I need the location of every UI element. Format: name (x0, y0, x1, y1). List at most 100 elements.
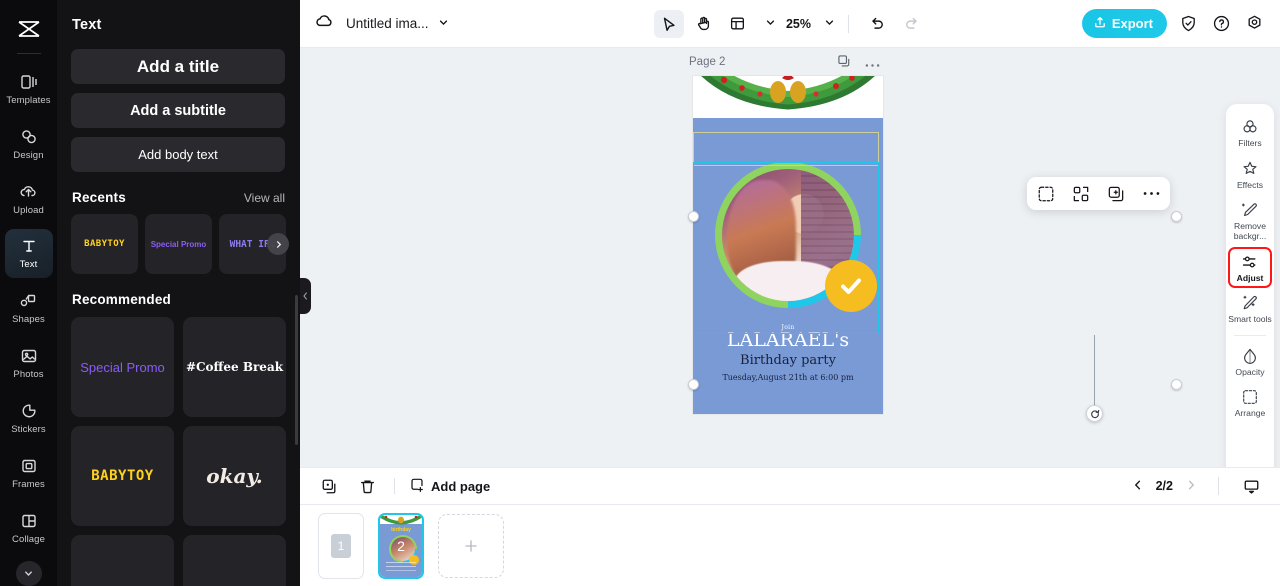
capcut-logo-icon[interactable] (12, 12, 46, 45)
add-page-thumbnail-button[interactable] (438, 513, 504, 578)
left-tool-rail: Templates Design Upload Text Shapes Phot… (0, 0, 57, 586)
sidebar-item-frames[interactable]: Frames (5, 449, 53, 498)
panel-title: Text (72, 17, 102, 33)
prev-page-chevron-left-icon[interactable] (1132, 479, 1144, 494)
present-monitor-icon[interactable] (1240, 475, 1262, 497)
recent-card[interactable]: BABYTOY (71, 214, 138, 274)
recents-next-chevron-right-icon[interactable] (267, 233, 289, 255)
top-toolbar: Untitled ima... 25% Export (300, 0, 1280, 48)
undo-button[interactable] (862, 10, 892, 38)
tool-label: Opacity (1235, 366, 1265, 377)
selection-handle-bottom-left[interactable] (688, 379, 699, 390)
sidebar-item-templates[interactable]: Templates (5, 64, 53, 113)
sidebar-label: Upload (13, 204, 44, 216)
zoom-chevron-down-icon[interactable] (824, 17, 835, 31)
thumbnail-text-lines (386, 561, 416, 572)
page-thumbnail-2[interactable]: birthday 2 (378, 512, 424, 579)
tool-smart-tools[interactable]: Smart tools (1228, 288, 1272, 330)
selection-handle-top-right[interactable] (1171, 211, 1182, 222)
cutout-icon[interactable] (1035, 183, 1057, 205)
templates-icon (20, 72, 38, 92)
tool-adjust[interactable]: Adjust (1228, 246, 1272, 289)
export-label: Export (1111, 16, 1153, 31)
tool-opacity[interactable]: Opacity (1228, 341, 1272, 383)
layout-chevron-down-icon[interactable] (765, 17, 776, 31)
main-area: Untitled ima... 25% Export Page 2 Join L… (300, 0, 1280, 586)
sidebar-item-stickers[interactable]: Stickers (5, 394, 53, 443)
sidebar-label: Frames (12, 479, 45, 491)
zoom-level[interactable]: 25% (786, 17, 811, 31)
sidebar-item-photos[interactable]: Photos (5, 339, 53, 388)
duplicate-icon[interactable] (1105, 183, 1127, 205)
add-title-button[interactable]: Add a title (71, 49, 285, 84)
sidebar-item-design[interactable]: Design (5, 119, 53, 168)
tool-remove-background[interactable]: Remove backgr... (1228, 195, 1272, 246)
panel-scrollbar[interactable] (295, 295, 298, 445)
tool-effects[interactable]: Effects (1228, 154, 1272, 196)
page-thumbnail-1[interactable]: 1 (318, 512, 364, 579)
recent-card-label: Special Promo (150, 239, 207, 249)
tool-label: Remove backgr... (1233, 221, 1267, 241)
right-rail-divider (1234, 334, 1266, 336)
next-page-chevron-right-icon[interactable] (1185, 479, 1197, 494)
duplicate-page-icon[interactable] (837, 54, 851, 73)
toolbar-divider (848, 14, 850, 33)
gear-icon[interactable] (1242, 12, 1266, 36)
artboard-name-text: LALARAEL's (726, 329, 850, 351)
add-page-button[interactable]: Add page (409, 477, 490, 496)
recommended-card-label: BABYTOY (91, 468, 154, 484)
sidebar-item-upload[interactable]: Upload (5, 174, 53, 223)
upload-cloud-icon (19, 182, 38, 202)
select-tool-button[interactable] (653, 9, 684, 38)
rail-divider (16, 53, 41, 55)
more-tools-chevron-down-icon[interactable] (15, 560, 42, 586)
shapes-icon (20, 291, 38, 311)
rotate-handle-icon[interactable] (1086, 405, 1103, 422)
artboard-page-2[interactable]: Join LALARAEL's Birthday party Tuesday,A… (693, 76, 883, 414)
selection-handle-top-left[interactable] (688, 211, 699, 222)
duplicate-page-icon[interactable] (318, 475, 340, 497)
tool-label: Effects (1236, 179, 1264, 190)
recents-view-all-link[interactable]: View all (244, 191, 285, 205)
add-subtitle-button[interactable]: Add a subtitle (71, 93, 285, 128)
export-button[interactable]: Export (1081, 9, 1167, 38)
recommended-card[interactable] (71, 535, 174, 586)
recommended-card[interactable]: #Coffee Break (183, 317, 286, 417)
canvas-area[interactable]: Page 2 Join LALARAEL's Birthday party Tu… (300, 48, 1280, 467)
redo-button[interactable] (896, 10, 926, 38)
sidebar-item-collage[interactable]: Collage (5, 504, 53, 553)
page-ellipsis-icon[interactable] (865, 55, 880, 73)
document-chevron-down-icon[interactable] (438, 17, 449, 31)
sidebar-item-text[interactable]: Text (4, 229, 53, 278)
sidebar-item-shapes[interactable]: Shapes (5, 284, 53, 333)
recent-card[interactable]: Special Promo (145, 214, 212, 274)
recents-heading: Recents (72, 190, 126, 205)
tool-arrange[interactable]: Arrange (1228, 382, 1272, 424)
hand-tool-button[interactable] (688, 10, 718, 38)
add-body-text-button[interactable]: Add body text (71, 137, 285, 172)
photos-image-icon (20, 346, 38, 366)
layout-tool-button[interactable] (722, 10, 752, 38)
element-floating-toolbar (1027, 177, 1170, 210)
bottom-divider-2 (1218, 477, 1219, 495)
selection-handle-bottom-right[interactable] (1171, 379, 1182, 390)
remove-background-icon[interactable] (1070, 183, 1092, 205)
recommended-card[interactable]: okay. (183, 426, 286, 526)
trash-icon[interactable] (356, 475, 378, 497)
tool-filters[interactable]: Filters (1228, 112, 1272, 154)
recent-card-label: BABYTOY (84, 239, 125, 249)
text-panel: Text Add a title Add a subtitle Add body… (57, 0, 300, 586)
shield-check-icon[interactable] (1176, 12, 1200, 36)
recommended-card[interactable]: BABYTOY (71, 426, 174, 526)
sidebar-label: Text (19, 259, 38, 271)
document-name[interactable]: Untitled ima... (346, 16, 429, 31)
recommended-card[interactable] (183, 535, 286, 586)
more-ellipsis-icon[interactable] (1140, 183, 1162, 205)
recommended-card[interactable]: Special Promo (71, 317, 174, 417)
recents-list: BABYTOY Special Promo WHAT IF. (71, 214, 289, 274)
page-tools (837, 54, 880, 73)
thumbnail-garland-icon (380, 514, 422, 525)
question-circle-icon[interactable] (1209, 12, 1233, 36)
add-page-label: Add page (431, 478, 491, 494)
panel-collapse-chevron-left-icon[interactable] (300, 278, 311, 314)
